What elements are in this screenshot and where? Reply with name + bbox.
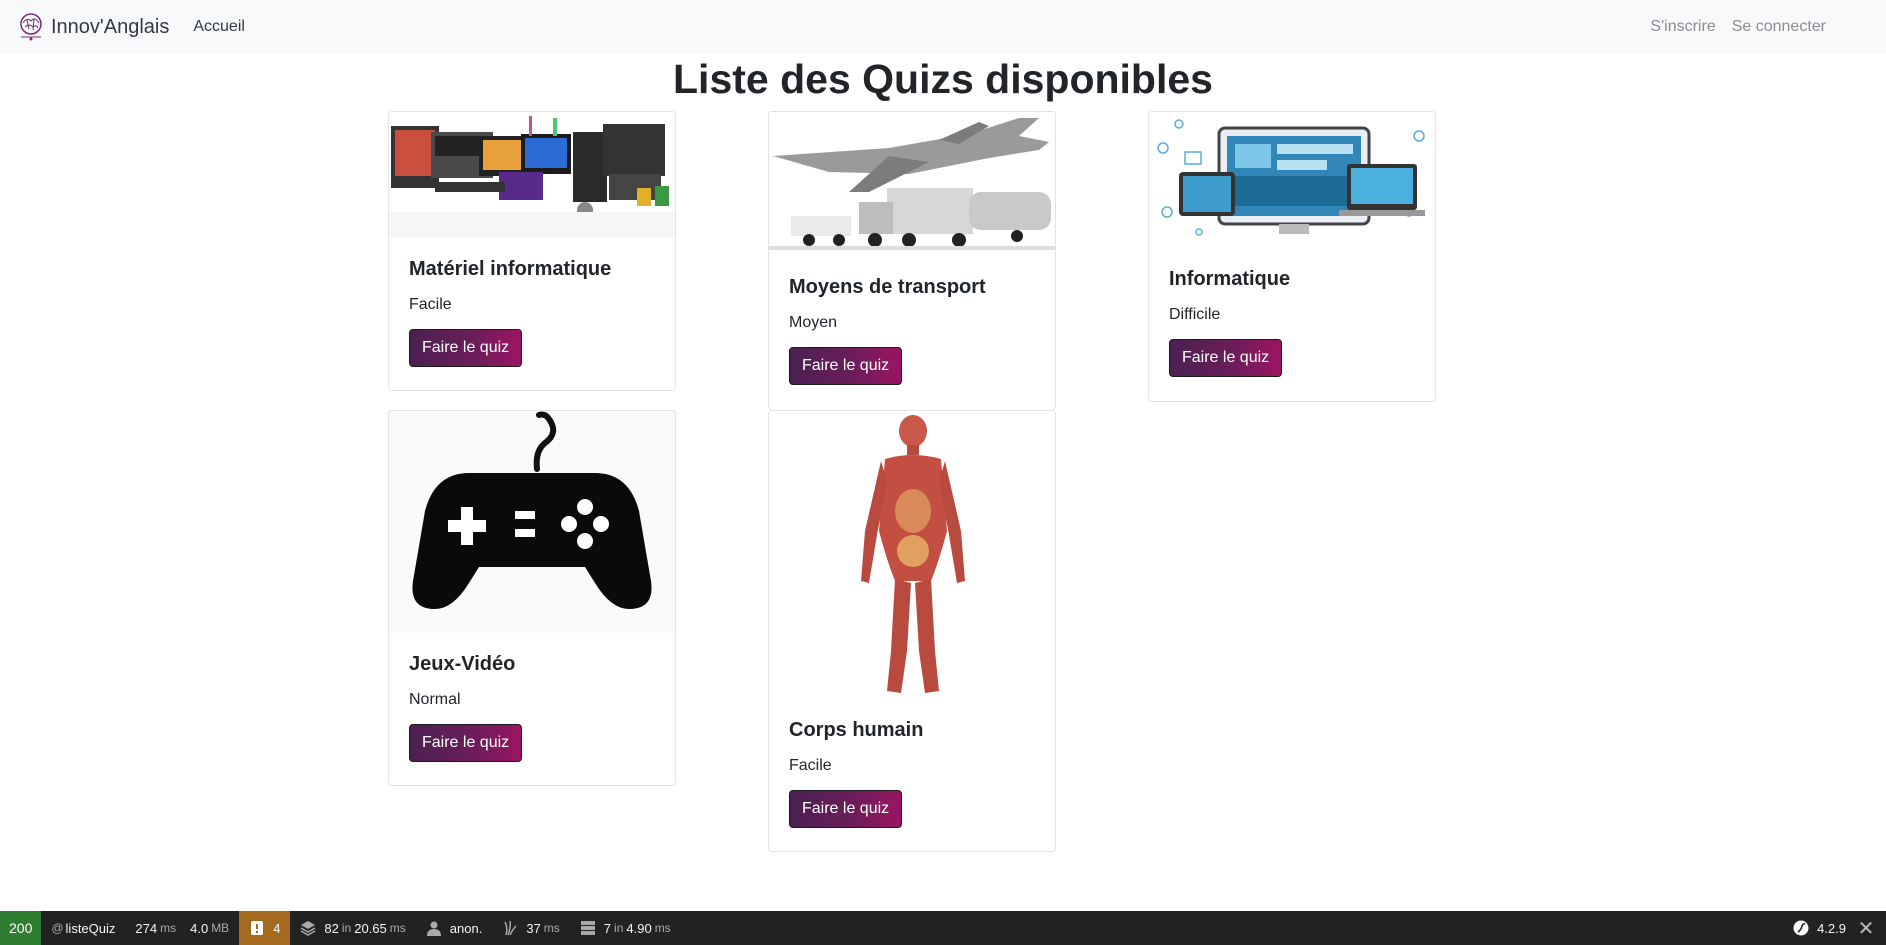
queries-in: in <box>341 921 352 935</box>
take-quiz-button[interactable]: Faire le quiz <box>1169 339 1283 377</box>
page-title: Liste des Quizs disponibles <box>673 56 1213 102</box>
time-panel[interactable]: 274 ms <box>125 911 186 945</box>
game-controller-image <box>389 411 675 633</box>
memory-unit: MB <box>211 921 230 935</box>
quiz-title: Corps humain <box>789 719 924 741</box>
twig-unit: ms <box>543 921 560 935</box>
warnings-count: 4 <box>273 920 281 936</box>
warning-icon <box>251 921 264 935</box>
quiz-card: Matériel informatique Facile Faire le qu… <box>388 111 676 391</box>
brand-name: Innov'Anglais <box>51 15 170 38</box>
navbar: Innov'Anglais Accueil S'inscrire Se conn… <box>0 0 1886 54</box>
quiz-title: Moyens de transport <box>789 276 986 298</box>
debug-toolbar: 200 @ listeQuiz 274 ms 4.0 MB 4 82 in 20… <box>0 911 1886 945</box>
cache-time: 4.90 <box>626 920 652 936</box>
symfony-logo-icon <box>1793 920 1809 936</box>
quiz-title: Jeux-Vidéo <box>409 653 516 675</box>
quiz-card: Jeux-Vidéo Normal Faire le quiz <box>388 410 676 786</box>
user-panel[interactable]: anon. <box>416 911 493 945</box>
quiz-level: Normal <box>409 691 461 708</box>
user-name: anon. <box>449 920 483 936</box>
quiz-card: Informatique Difficile Faire le quiz <box>1148 111 1436 402</box>
brand-link[interactable]: Innov'Anglais <box>15 0 169 54</box>
symfony-version-panel[interactable]: 4.2.9 <box>1793 911 1846 945</box>
time-unit: ms <box>160 921 177 935</box>
card-body: Corps humain Facile Faire le quiz <box>769 719 1055 848</box>
queries-count: 82 <box>324 920 339 936</box>
quiz-title: Matériel informatique <box>409 258 612 280</box>
database-panel[interactable]: 82 in 20.65 ms <box>290 911 415 945</box>
close-toolbar-icon[interactable]: ✕ <box>1854 911 1878 945</box>
memory-panel[interactable]: 4.0 MB <box>186 911 239 945</box>
quiz-level: Facile <box>409 296 452 313</box>
cache-panel[interactable]: 7 in 4.90 ms <box>570 911 681 945</box>
cache-count: 7 <box>603 920 612 936</box>
cache-unit: ms <box>654 921 671 935</box>
devices-network-image <box>1149 112 1435 248</box>
nav-right: S'inscrire Se connecter <box>1634 0 1826 54</box>
quiz-card: Corps humain Facile Faire le quiz <box>768 410 1056 852</box>
user-icon <box>426 921 441 936</box>
take-quiz-button[interactable]: Faire le quiz <box>409 724 523 762</box>
brain-logo-icon <box>20 13 42 41</box>
server-icon <box>580 921 595 935</box>
twig-time: 37 <box>526 920 541 936</box>
take-quiz-button[interactable]: Faire le quiz <box>789 790 903 828</box>
card-body: Matériel informatique Facile Faire le qu… <box>389 258 675 387</box>
quiz-level: Difficile <box>1169 306 1221 323</box>
twig-panel[interactable]: 37 ms <box>492 911 569 945</box>
route-panel[interactable]: @ listeQuiz <box>41 911 125 945</box>
card-body: Jeux-Vidéo Normal Faire le quiz <box>389 653 675 782</box>
card-body: Moyens de transport Moyen Faire le quiz <box>769 276 1055 405</box>
quiz-level: Moyen <box>789 314 838 331</box>
queries-unit: ms <box>389 921 406 935</box>
twig-icon <box>504 920 517 936</box>
queries-time: 20.65 <box>354 920 387 936</box>
layers-icon <box>301 921 316 936</box>
human-anatomy-image <box>769 411 1055 699</box>
time-value: 274 <box>135 920 158 936</box>
warnings-panel[interactable]: 4 <box>239 911 291 945</box>
quiz-card: Moyens de transport Moyen Faire le quiz <box>768 111 1056 411</box>
login-link[interactable]: Se connecter <box>1732 18 1826 36</box>
cache-in: in <box>614 921 624 935</box>
symfony-version: 4.2.9 <box>1817 920 1846 936</box>
computer-hardware-image <box>389 112 675 238</box>
status-code: 200 <box>9 920 33 936</box>
memory-value: 4.0 <box>190 920 209 936</box>
route-prefix: @ <box>51 921 64 935</box>
quiz-title: Informatique <box>1169 268 1291 290</box>
card-body: Informatique Difficile Faire le quiz <box>1149 268 1435 397</box>
register-link[interactable]: S'inscrire <box>1650 18 1715 36</box>
route-name: listeQuiz <box>65 920 116 936</box>
status-code-badge[interactable]: 200 <box>0 911 42 945</box>
transport-vehicles-image <box>769 112 1055 256</box>
quiz-level: Facile <box>789 757 832 774</box>
take-quiz-button[interactable]: Faire le quiz <box>789 347 903 385</box>
take-quiz-button[interactable]: Faire le quiz <box>409 329 523 367</box>
nav-home-link[interactable]: Accueil <box>193 18 245 36</box>
